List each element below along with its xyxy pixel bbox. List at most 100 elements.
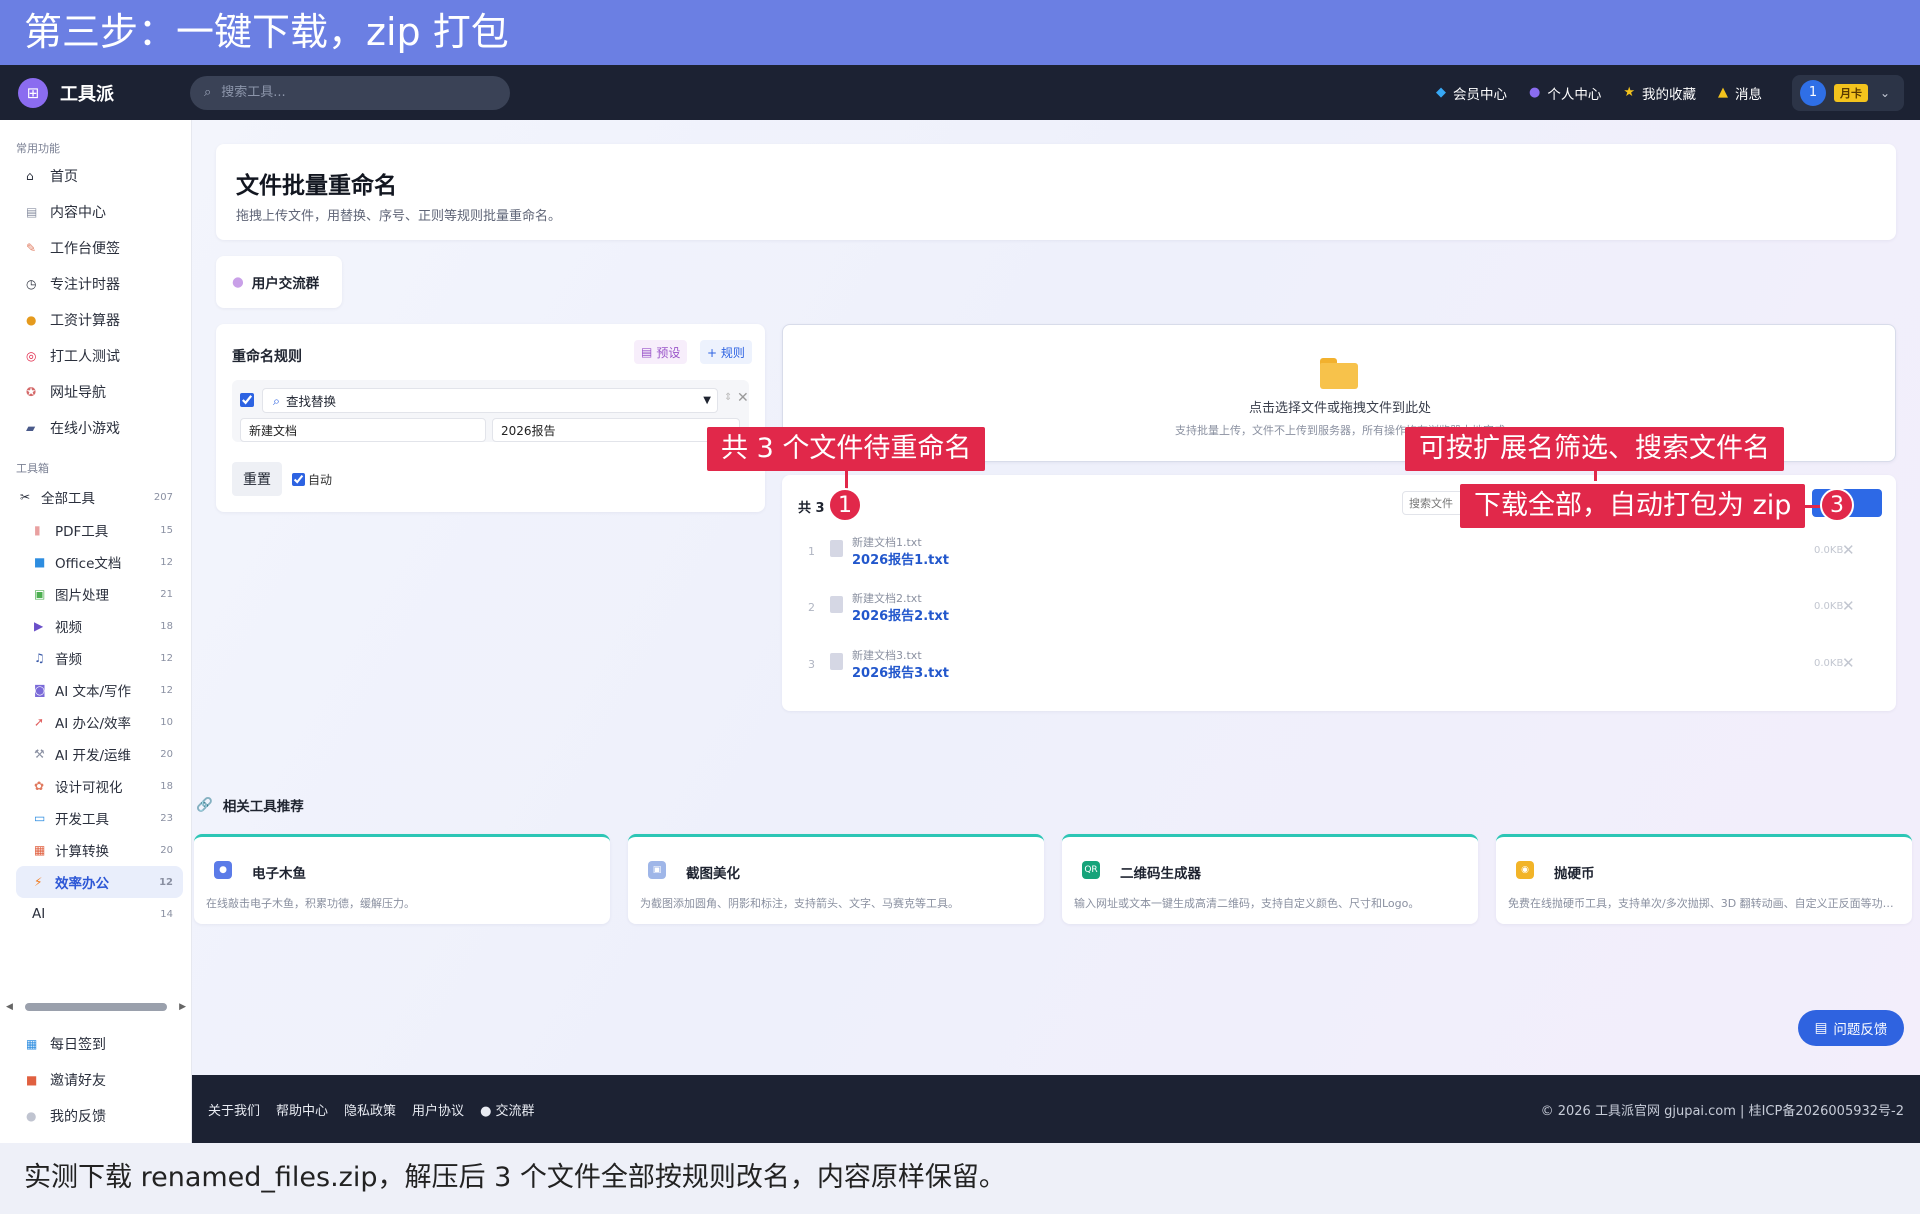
sidebar-item-efficiency[interactable]: ⚡ 效率办公 12: [16, 866, 183, 898]
remove-rule-icon[interactable]: ✕: [737, 390, 749, 406]
sidebar-item-salary[interactable]: ● 工资计算器: [0, 302, 191, 338]
avatar: 1: [1800, 79, 1826, 106]
rocket-icon: ➚: [34, 715, 45, 729]
file-old-name: 新建文档2.txt: [852, 592, 922, 605]
target-icon: ◎: [26, 349, 37, 363]
file-icon: [830, 540, 843, 557]
sidebar-item-home[interactable]: ⌂ 首页: [0, 158, 191, 194]
user-menu[interactable]: 1 月卡 ⌄: [1792, 74, 1904, 111]
nav-messages[interactable]: ▲ 消息: [1718, 83, 1762, 103]
file-icon: [830, 596, 843, 613]
sidebar-section-common: 常用功能: [16, 142, 60, 155]
sidebar-item-all-tools[interactable]: ✂ 全部工具 207: [0, 480, 191, 514]
sidebar-item-invite[interactable]: ■ 邀请好友: [0, 1062, 192, 1098]
footer-link-about[interactable]: 关于我们: [208, 1100, 260, 1119]
related-tools-title: 🔗 相关工具推荐: [196, 797, 304, 815]
rule-enabled-checkbox[interactable]: [240, 393, 254, 407]
sidebar-section-toolbox: 工具箱: [16, 462, 49, 475]
upload-instruction: 点击选择文件或拖拽文件到此处: [1248, 401, 1431, 416]
nav-vip-center[interactable]: ◆ 会员中心: [1436, 83, 1507, 103]
footer-link-terms[interactable]: 用户协议: [412, 1100, 464, 1119]
chevron-down-icon: ⌄: [1880, 85, 1891, 100]
sidebar-item-timer[interactable]: ◷ 专注计时器: [0, 266, 191, 302]
page-title: 文件批量重命名: [236, 173, 397, 199]
sidebar-item-design[interactable]: ✿ 设计可视化 18: [0, 770, 191, 802]
callout-file-count: 共 3 个文件待重命名: [707, 427, 986, 471]
sidebar-scrollbar[interactable]: ◀ ▶: [6, 1000, 186, 1014]
global-search-input[interactable]: [221, 85, 472, 100]
compass-icon: ✪: [26, 385, 37, 399]
rule-type-select[interactable]: ⌕ 查找替换 ▼: [262, 388, 718, 413]
footer: 关于我们 帮助中心 隐私政策 用户协议 ● 交流群 © 2026 工具派官网 g…: [192, 1075, 1920, 1143]
music-icon: ♫: [34, 651, 45, 665]
nav-favorites[interactable]: ★ 我的收藏: [1623, 83, 1696, 103]
sidebar-item-pdf[interactable]: ▮ PDF工具 15: [0, 514, 191, 546]
brand-logo[interactable]: ⊞ 工具派: [18, 77, 190, 108]
scrollbar-thumb[interactable]: [24, 1003, 167, 1011]
find-input[interactable]: [240, 418, 486, 442]
robot-icon: ◙: [34, 683, 46, 697]
sidebar-item-worker-test[interactable]: ◎ 打工人测试: [0, 338, 191, 374]
reset-button[interactable]: 重置: [232, 462, 282, 496]
auto-apply-toggle[interactable]: 自动: [292, 471, 332, 488]
related-tool-card[interactable]: QR 二维码生成器 输入网址或文本一键生成高清二维码，支持自定义颜色、尺寸和Lo…: [1062, 834, 1478, 924]
scroll-left-icon[interactable]: ◀: [6, 1002, 13, 1012]
pdf-icon: ▮: [34, 523, 41, 537]
list-icon: ▤: [26, 205, 38, 219]
drag-handle-icon[interactable]: ⇕: [724, 392, 732, 403]
sidebar-item-ai[interactable]: AI 14: [0, 898, 191, 930]
related-tool-card[interactable]: ● 电子木鱼 在线敲击电子木鱼，积累功德，缓解压力。: [194, 834, 610, 924]
file-old-name: 新建文档3.txt: [852, 649, 922, 662]
palette-icon: ✿: [34, 779, 45, 793]
footer-link-group[interactable]: ● 交流群: [480, 1100, 535, 1119]
feedback-button[interactable]: ▤ 问题反馈: [1798, 1010, 1904, 1046]
monitor-icon: ▭: [34, 811, 46, 825]
global-search[interactable]: ⌕: [190, 75, 510, 110]
file-size: 0.0KB: [1814, 601, 1844, 612]
sidebar-item-office[interactable]: ■ Office文档 12: [0, 546, 191, 578]
auto-checkbox[interactable]: [292, 473, 305, 486]
step-marker-1: 1: [828, 488, 862, 522]
office-icon: ■: [34, 555, 46, 569]
sidebar-item-checkin[interactable]: ▦ 每日签到: [0, 1026, 192, 1062]
tutorial-banner-top: 第三步：一键下载，zip 打包: [0, 0, 1920, 65]
add-rule-button[interactable]: + 规则: [700, 340, 752, 364]
timer-icon: ◷: [26, 277, 37, 291]
nav-profile[interactable]: ● 个人中心: [1529, 83, 1601, 103]
brand-name: 工具派: [60, 83, 114, 105]
related-tool-card[interactable]: ◉ 抛硬币 免费在线抛硬币工具，支持单次/多次抛掷、3D 翻转动画、自定义正反面…: [1496, 834, 1912, 924]
file-row: 3 新建文档3.txt 2026报告3.txt 0.0KB ✕: [808, 649, 1855, 681]
document-icon: ▤: [1814, 1020, 1828, 1036]
replace-input[interactable]: [492, 418, 740, 442]
sidebar-item-notes[interactable]: ✎ 工作台便签: [0, 230, 191, 266]
scroll-right-icon[interactable]: ▶: [179, 1002, 186, 1012]
footer-link-help[interactable]: 帮助中心: [276, 1100, 328, 1119]
tool-header-card: 文件批量重命名 拖拽上传文件，用替换、序号、正则等规则批量重命名。: [216, 144, 1896, 240]
footer-link-privacy[interactable]: 隐私政策: [344, 1100, 396, 1119]
sidebar-item-content[interactable]: ▤ 内容中心: [0, 194, 191, 230]
sidebar-item-feedback[interactable]: ● 我的反馈: [0, 1098, 192, 1134]
search-icon: ⌕: [273, 392, 281, 408]
remove-file-icon[interactable]: ✕: [1842, 541, 1855, 559]
file-row: 1 新建文档1.txt 2026报告1.txt 0.0KB ✕: [808, 536, 1855, 568]
sidebar-item-audio[interactable]: ♫ 音频 12: [0, 642, 191, 674]
sidebar-item-dev-tools[interactable]: ▭ 开发工具 23: [0, 802, 191, 834]
sidebar-item-calc[interactable]: ▦ 计算转换 20: [0, 834, 191, 866]
preset-button[interactable]: ▤ 预设: [634, 340, 688, 364]
user-group-button[interactable]: ● 用户交流群: [216, 256, 342, 308]
sidebar-item-ai-office[interactable]: ➚ AI 办公/效率 10: [0, 706, 191, 738]
remove-file-icon[interactable]: ✕: [1842, 654, 1855, 672]
sidebar-item-video[interactable]: ▶ 视频 18: [0, 610, 191, 642]
related-tool-card[interactable]: ▣ 截图美化 为截图添加圆角、阴影和标注，支持箭头、文字、马赛克等工具。: [628, 834, 1044, 924]
sidebar-item-ai-dev[interactable]: ⚒ AI 开发/运维 20: [0, 738, 191, 770]
remove-file-icon[interactable]: ✕: [1842, 597, 1855, 615]
sidebar-item-image[interactable]: ▣ 图片处理 21: [0, 578, 191, 610]
sidebar-item-games[interactable]: ▰ 在线小游戏: [0, 410, 191, 446]
chat-icon: ●: [26, 1109, 37, 1123]
sidebar-item-ai-writing[interactable]: ◙ AI 文本/写作 12: [0, 674, 191, 706]
image-icon: ▣: [34, 587, 46, 601]
page-description: 拖拽上传文件，用替换、序号、正则等规则批量重命名。: [236, 209, 562, 224]
vip-badge: 月卡: [1834, 83, 1868, 102]
sidebar-item-nav[interactable]: ✪ 网址导航: [0, 374, 191, 410]
user-icon: ●: [1529, 85, 1541, 100]
